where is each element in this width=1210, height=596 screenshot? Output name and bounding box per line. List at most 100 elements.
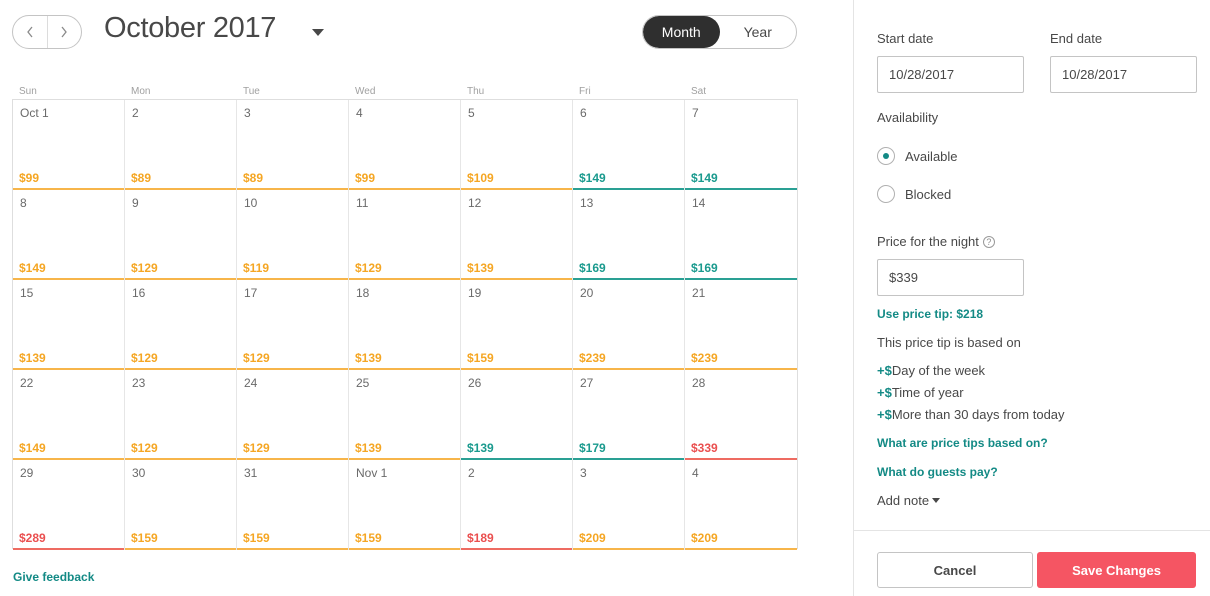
month-title[interactable]: October 2017 [104,12,276,45]
tip-plus: +$ [877,407,892,422]
calendar-day-cell[interactable]: 11 $129 [349,190,461,280]
calendar-day-cell[interactable]: 17 $129 [237,280,349,370]
radio-button[interactable] [877,147,895,165]
calendar-grid: Oct 1 $99 2 $89 3 $89 4 $99 5 $109 6 $149 7 $149 8 $149… [12,99,798,550]
calendar-day-cell[interactable]: 13 $169 [573,190,685,280]
calendar-day-cell[interactable]: 18 $139 [349,280,461,370]
cancel-button[interactable]: Cancel [877,552,1033,588]
calendar-day-cell[interactable]: Nov 1 $159 [349,460,461,550]
month-navigation [12,15,82,49]
calendar-day-cell[interactable]: 26 $139 [461,370,573,460]
day-number: 6 [580,106,587,120]
calendar-day-cell[interactable]: 3 $209 [573,460,685,550]
caret-down-icon[interactable] [312,29,324,36]
weekday-label: Sun [19,86,37,97]
calendar-day-cell[interactable]: 2 $89 [125,100,237,190]
day-price: $129 [243,351,270,365]
prev-month-button[interactable] [13,16,47,48]
calendar-day-cell[interactable]: 4 $209 [685,460,797,550]
calendar-day-cell[interactable]: 6 $149 [573,100,685,190]
calendar-day-cell[interactable]: 19 $159 [461,280,573,370]
calendar-day-cell[interactable]: 15 $139 [13,280,125,370]
day-number: 2 [132,106,139,120]
day-number: 27 [580,376,594,390]
day-number: 29 [20,466,34,480]
tip-reason-text: Time of year [891,385,964,400]
view-month-option[interactable]: Month [643,16,720,48]
calendar-day-cell[interactable]: 10 $119 [237,190,349,280]
calendar-day-cell[interactable]: 27 $179 [573,370,685,460]
availability-blocked-option[interactable]: Blocked [877,185,951,203]
price-tips-info-link[interactable]: What are price tips based on? [877,436,1048,450]
day-number: 12 [468,196,482,210]
panel-footer-divider [854,530,1210,531]
price-tier-bar [685,548,797,550]
day-price: $99 [19,171,40,185]
calendar-day-cell[interactable]: 29 $289 [13,460,125,550]
calendar-day-cell[interactable]: 23 $129 [125,370,237,460]
tip-reason-text: More than 30 days from today [891,407,1065,422]
day-number: 10 [244,196,258,210]
day-number: 31 [244,466,258,480]
day-price: $239 [579,351,606,365]
day-number: Oct 1 [20,106,49,120]
panel-divider [853,0,854,596]
price-tier-bar [349,548,460,550]
price-field[interactable] [877,259,1024,296]
calendar-day-cell[interactable]: 5 $109 [461,100,573,190]
calendar-day-cell[interactable]: 21 $239 [685,280,797,370]
price-label: Price for the night [877,234,979,249]
calendar-day-cell[interactable]: 9 $129 [125,190,237,280]
day-price: $159 [243,531,270,545]
calendar-day-cell[interactable]: 24 $129 [237,370,349,460]
calendar-day-cell[interactable]: 4 $99 [349,100,461,190]
day-price: $129 [243,441,270,455]
calendar-day-cell[interactable]: 16 $129 [125,280,237,370]
calendar-day-cell[interactable]: 30 $159 [125,460,237,550]
calendar-day-cell[interactable]: 28 $339 [685,370,797,460]
day-number: 18 [356,286,370,300]
add-note-toggle[interactable]: Add note [877,493,941,508]
day-price: $169 [579,261,606,275]
calendar-day-cell[interactable]: 22 $149 [13,370,125,460]
calendar-day-cell[interactable]: 14 $169 [685,190,797,280]
view-toggle: Month Year [642,15,797,49]
price-tier-bar [573,548,684,550]
radio-button[interactable] [877,185,895,203]
give-feedback-link[interactable]: Give feedback [13,570,94,584]
calendar-day-cell[interactable]: 3 $89 [237,100,349,190]
day-number: 23 [132,376,146,390]
calendar-day-cell[interactable]: 7 $149 [685,100,797,190]
tip-plus: +$ [877,363,892,378]
use-price-tip-link[interactable]: Use price tip: $218 [877,307,983,321]
day-number: 21 [692,286,706,300]
day-number: 2 [468,466,475,480]
day-price: $149 [579,171,606,185]
calendar-day-cell[interactable]: 12 $139 [461,190,573,280]
day-number: 9 [132,196,139,210]
save-changes-button[interactable]: Save Changes [1037,552,1196,588]
next-month-button[interactable] [46,16,82,48]
tip-reason: +$More than 30 days from today [877,407,1065,422]
start-date-field[interactable] [877,56,1024,93]
calendar-day-cell[interactable]: 25 $139 [349,370,461,460]
calendar-day-cell[interactable]: 2 $189 [461,460,573,550]
day-price: $89 [131,171,152,185]
calendar-day-cell[interactable]: Oct 1 $99 [13,100,125,190]
end-date-field[interactable] [1050,56,1197,93]
day-number: 30 [132,466,146,480]
calendar-week-row: 15 $139 16 $129 17 $129 18 $139 19 $159 20 $239 21 $2… [13,280,797,370]
weekday-label: Mon [131,86,151,97]
guests-pay-link[interactable]: What do guests pay? [877,465,998,479]
calendar-day-cell[interactable]: 31 $159 [237,460,349,550]
view-year-option[interactable]: Year [720,16,797,48]
price-tier-bar [13,548,124,550]
calendar-day-cell[interactable]: 20 $239 [573,280,685,370]
day-number: Nov 1 [356,466,388,480]
calendar-day-cell[interactable]: 8 $149 [13,190,125,280]
availability-available-option[interactable]: Available [877,147,958,165]
question-circle-icon[interactable]: ? [982,236,995,248]
day-number: 25 [356,376,370,390]
day-price: $159 [355,531,382,545]
radio-label: Available [905,148,958,164]
